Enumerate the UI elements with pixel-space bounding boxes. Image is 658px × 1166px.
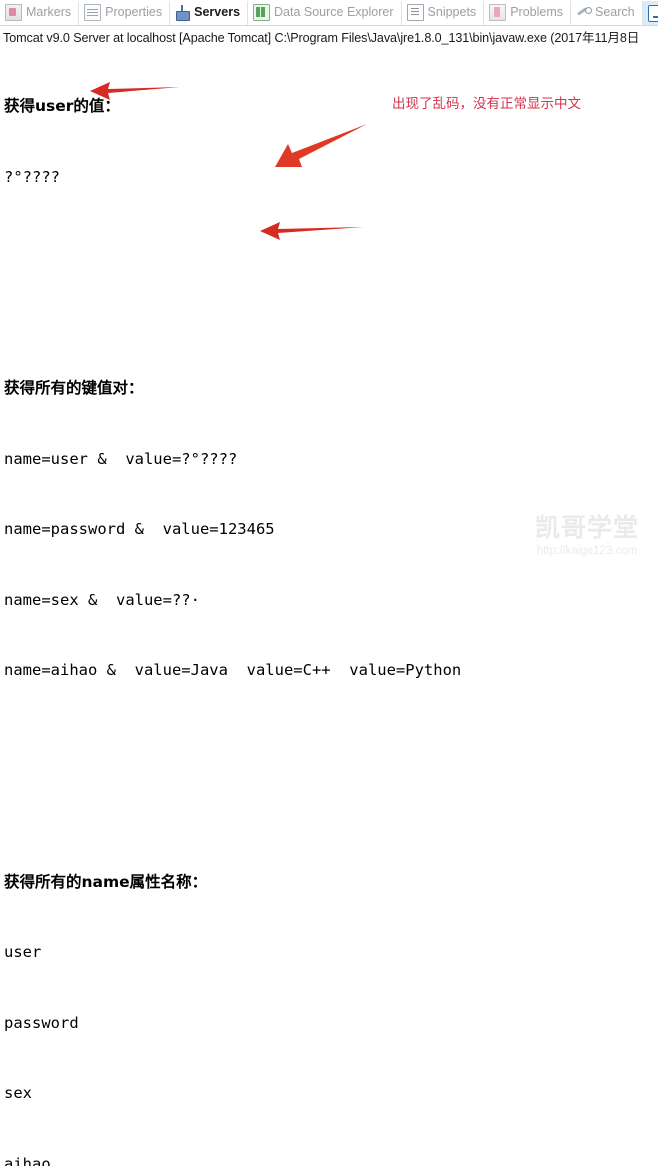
console-output[interactable]: 获得user的值： ?°???? 获得所有的键值对： name=user & v… [4, 48, 658, 1166]
tab-snippets[interactable]: Snippets [402, 1, 485, 25]
tab-label: Problems [510, 5, 563, 20]
console-icon [648, 5, 658, 22]
console-line: 获得所有的name属性名称： [4, 871, 658, 895]
console-line: 获得所有的键值对： [4, 377, 658, 401]
arrow-to-user-value [88, 76, 182, 106]
tab-label: Search [595, 5, 635, 20]
search-icon [576, 5, 591, 20]
console-line: name=password & value=123465 [4, 518, 658, 542]
snippets-icon [407, 4, 424, 21]
marker-icon [5, 4, 22, 21]
console-line: name=aihao & value=Java value=C++ value=… [4, 659, 658, 683]
console-line-blank [4, 730, 658, 754]
console-line-blank [4, 307, 658, 331]
database-icon [253, 4, 270, 21]
tab-search[interactable]: Search [571, 1, 643, 25]
console-line: aihao [4, 1153, 658, 1166]
arrow-to-sex-value [258, 217, 366, 245]
tab-servers[interactable]: Servers [170, 1, 248, 25]
console-line-blank [4, 800, 658, 824]
tab-markers[interactable]: Markers [0, 1, 79, 25]
tab-data-source-explorer[interactable]: Data Source Explorer [248, 1, 402, 25]
tab-label: Data Source Explorer [274, 5, 394, 20]
console-line: name=sex & value=??· [4, 589, 658, 613]
view-tab-bar: Markers Properties Servers Data Source E… [0, 0, 658, 26]
tab-properties[interactable]: Properties [79, 1, 170, 25]
console-line: sex [4, 1082, 658, 1106]
problems-icon [489, 4, 506, 21]
tab-problems[interactable]: Problems [484, 1, 571, 25]
tab-console[interactable]: Co [643, 1, 658, 25]
console-process-header: Tomcat v9.0 Server at localhost [Apache … [3, 27, 658, 46]
tab-label: Snippets [428, 5, 477, 20]
tab-label: Servers [194, 5, 240, 20]
arrow-to-keyvalue-pair [272, 122, 370, 172]
console-line: user [4, 941, 658, 965]
servers-icon [175, 5, 190, 20]
tab-label: Markers [26, 5, 71, 20]
annotation-text: 出现了乱码，没有正常显示中文 [392, 92, 581, 112]
console-line: name=user & value=?°???? [4, 448, 658, 472]
tab-label: Properties [105, 5, 162, 20]
properties-icon [84, 4, 101, 21]
console-line: password [4, 1012, 658, 1036]
